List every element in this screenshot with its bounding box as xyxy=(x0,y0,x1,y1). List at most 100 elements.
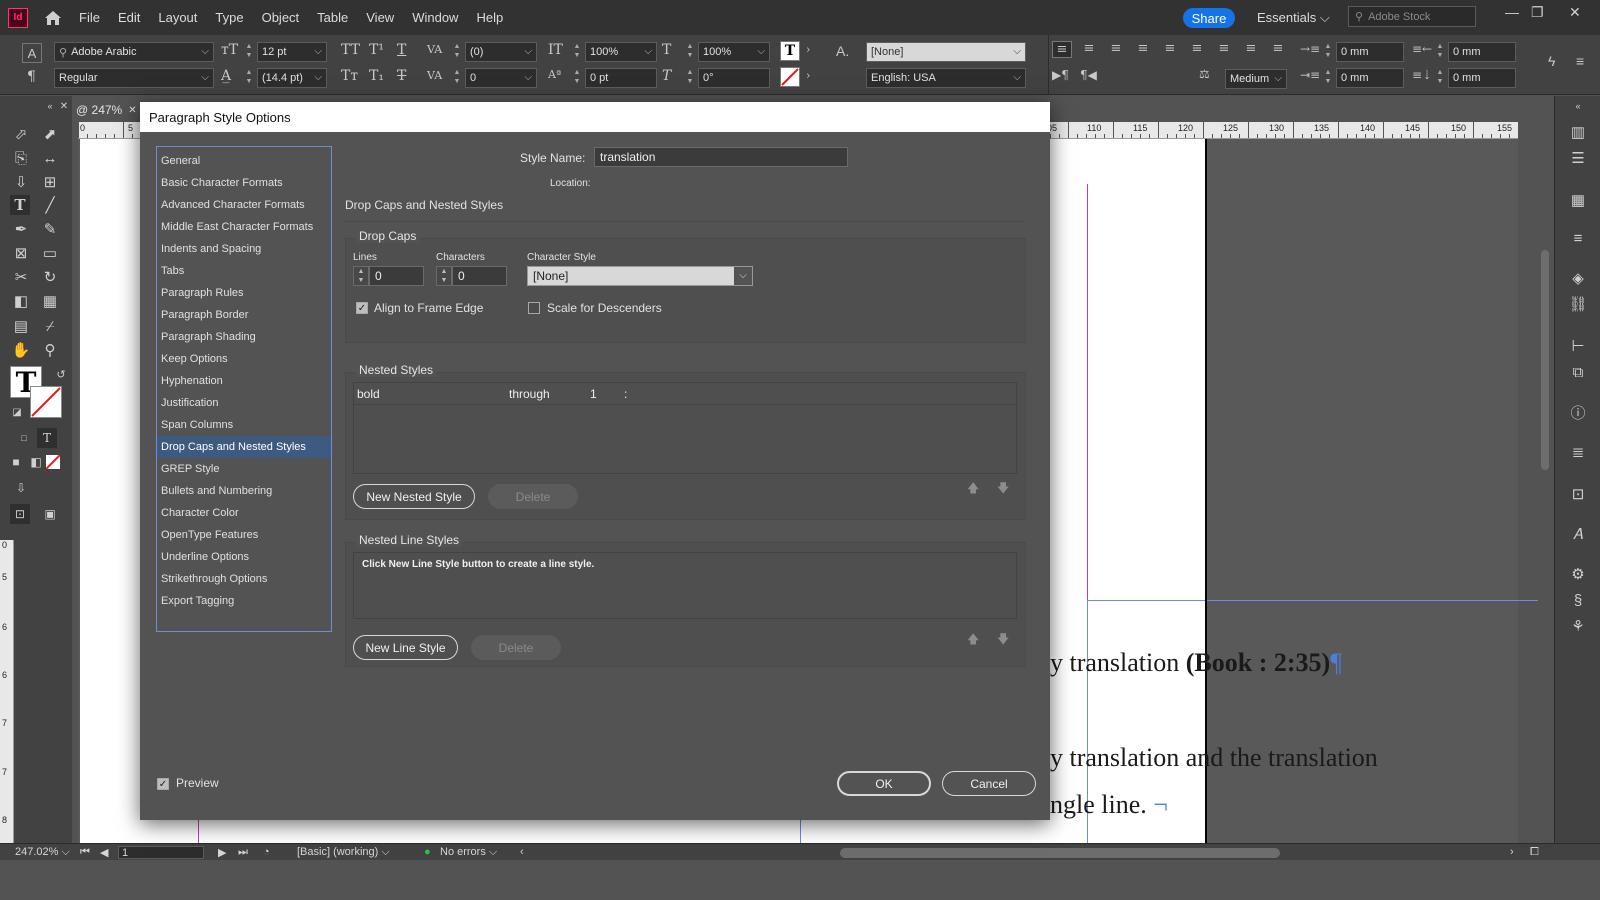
document-tab[interactable]: @ 247% ✕ xyxy=(72,98,137,122)
menu-window[interactable]: Window xyxy=(403,10,467,25)
left-indent-stepper[interactable]: ▲ ▼ xyxy=(1322,42,1334,62)
composer-field[interactable]: Medium ⌵ xyxy=(1225,69,1287,89)
align-towards-spine-icon[interactable]: ≡ xyxy=(1241,41,1261,56)
justify-all-icon[interactable]: ≡ xyxy=(1214,41,1234,56)
minimize-icon[interactable]: — xyxy=(1505,4,1519,20)
nested-style-count[interactable]: 1 xyxy=(590,387,597,401)
category-item[interactable]: Paragraph Shading xyxy=(157,326,331,348)
skew-stepper[interactable]: ▲ ▼ xyxy=(684,68,696,88)
eyedropper-tool-icon[interactable]: ⌿ xyxy=(40,316,60,336)
rectangle-frame-tool-icon[interactable]: ⊠ xyxy=(11,243,31,263)
new-line-style-button[interactable]: New Line Style xyxy=(353,635,458,660)
document-line-1[interactable]: y translation (Book : 2:35)¶ xyxy=(1050,648,1342,678)
new-nested-style-button[interactable]: New Nested Style xyxy=(353,484,475,509)
ok-button[interactable]: OK xyxy=(837,771,931,796)
rectangle-tool-icon[interactable]: ▭ xyxy=(40,243,60,263)
free-transform-tool-icon[interactable]: ↻ xyxy=(40,267,60,287)
pencil-tool-icon[interactable]: ✎ xyxy=(40,219,60,239)
category-item[interactable]: GREP Style xyxy=(157,458,331,480)
cc-libraries-panel-icon[interactable]: ▦ xyxy=(1568,190,1588,210)
stroke-panel-icon[interactable]: ≡ xyxy=(1568,228,1588,248)
menu-file[interactable]: File xyxy=(70,10,109,25)
font-family-field[interactable]: ⚲ Adobe Arabic ⌵ xyxy=(54,42,214,62)
align-left-icon[interactable]: ≡ xyxy=(1052,41,1072,58)
underline-icon[interactable]: T xyxy=(397,42,406,58)
category-item[interactable]: Basic Character Formats xyxy=(157,172,331,194)
gradient-feather-tool-icon[interactable]: ▦ xyxy=(40,291,60,311)
chevron-right-icon[interactable]: › xyxy=(806,69,810,82)
scale-descenders-checkbox[interactable] xyxy=(528,302,540,314)
lines-stepper[interactable]: ▲ ▼ xyxy=(353,266,369,286)
strikethrough-icon[interactable]: T xyxy=(397,68,406,84)
apply-none-icon[interactable] xyxy=(46,455,60,469)
screen-mode-icon[interactable]: ⇩ xyxy=(11,478,31,498)
paragraph-mode-icon[interactable]: ¶ xyxy=(27,69,36,85)
page-tool-icon[interactable]: ⎘ xyxy=(11,148,31,168)
category-item[interactable]: Hyphenation xyxy=(157,370,331,392)
move-up-icon[interactable]: 🡅 xyxy=(967,479,979,500)
style-name-input[interactable]: translation xyxy=(594,147,848,167)
category-item[interactable]: Paragraph Rules xyxy=(157,282,331,304)
characters-stepper[interactable]: ▲ ▼ xyxy=(436,266,452,286)
stroke-swatch-icon[interactable] xyxy=(30,386,62,418)
align-center-icon[interactable]: ≡ xyxy=(1079,41,1099,56)
line-tool-icon[interactable]: ╱ xyxy=(40,195,60,215)
formatting-container-icon[interactable]: □ xyxy=(14,428,34,448)
align-away-spine-icon[interactable]: ≡ xyxy=(1268,41,1288,56)
delete-line-style-button[interactable]: Delete xyxy=(471,635,561,660)
page-number-field[interactable]: 1 xyxy=(118,846,204,859)
selection-tool-icon[interactable]: ⬀ xyxy=(11,124,31,144)
baseline-shift-stepper[interactable]: ▲ ▼ xyxy=(571,68,583,88)
default-colors-icon[interactable]: ◪ xyxy=(7,402,27,422)
pen-tool-icon[interactable]: ✒ xyxy=(11,219,31,239)
type-tool-icon[interactable]: T xyxy=(10,195,30,215)
paragraph-panel-icon[interactable]: ≣ xyxy=(1568,442,1588,462)
language-field[interactable]: English: USA ⌵ xyxy=(866,68,1026,88)
align-right-icon[interactable]: ≡ xyxy=(1106,41,1126,56)
paragraph-styles-panel-icon[interactable]: § xyxy=(1568,590,1588,610)
nested-style-delimiter[interactable]: : xyxy=(624,387,627,401)
scroll-left-icon[interactable]: ‹ xyxy=(520,846,524,858)
space-after-stepper[interactable]: ▲ ▼ xyxy=(1434,68,1446,88)
content-collector-icon[interactable]: ⇩ xyxy=(11,172,31,192)
pages-panel-icon[interactable]: ▥ xyxy=(1568,122,1588,142)
leading-field[interactable]: (14.4 pt) ⌵ xyxy=(257,68,327,88)
menu-type[interactable]: Type xyxy=(206,10,252,25)
links-panel-icon[interactable]: ⛓ xyxy=(1568,294,1588,314)
menu-view[interactable]: View xyxy=(357,10,403,25)
last-page-icon[interactable]: ⏭ xyxy=(238,846,248,859)
pathfinder-panel-icon[interactable]: ⧉ xyxy=(1568,362,1588,382)
category-item[interactable]: OpenType Features xyxy=(157,524,331,546)
panel-menu-icon[interactable]: ≡ xyxy=(1576,53,1584,69)
nested-style-mode[interactable]: through xyxy=(509,387,550,401)
close-icon[interactable]: ✕ xyxy=(1569,4,1581,21)
share-button[interactable]: Share xyxy=(1183,8,1235,28)
character-mode-icon[interactable]: A xyxy=(22,43,42,63)
scroll-right-icon[interactable]: › xyxy=(1510,846,1514,858)
scissors-tool-icon[interactable]: ✂ xyxy=(11,267,31,287)
zoom-level[interactable]: 247.02% ⌵ xyxy=(15,846,70,859)
close-tab-icon[interactable]: ✕ xyxy=(128,105,136,116)
horizontal-scale-stepper[interactable]: ▲ ▼ xyxy=(684,42,696,62)
category-item[interactable]: Paragraph Border xyxy=(157,304,331,326)
chevron-right-icon[interactable]: › xyxy=(806,43,810,56)
tracking-field[interactable]: 0 ⌵ xyxy=(465,68,537,88)
menu-layout[interactable]: Layout xyxy=(149,10,206,25)
character-style-select[interactable]: [None] ⌵ xyxy=(527,266,753,286)
hand-tool-icon[interactable]: ✋ xyxy=(11,340,31,360)
move-up-icon[interactable]: 🡅 xyxy=(967,630,979,651)
category-item[interactable]: Tabs xyxy=(157,260,331,282)
adobe-stock-search[interactable]: ⚲ Adobe Stock xyxy=(1348,6,1476,27)
next-page-icon[interactable]: ▶ xyxy=(218,846,226,859)
font-size-stepper[interactable]: ▲ ▼ xyxy=(243,42,255,62)
tracking-stepper[interactable]: ▲ ▼ xyxy=(451,68,463,88)
split-window-icon[interactable]: ⧠ xyxy=(1530,846,1539,859)
vertical-scale-field[interactable]: 100% ⌵ xyxy=(585,42,657,62)
category-item[interactable]: Drop Caps and Nested Styles xyxy=(157,436,331,458)
horizontal-scale-field[interactable]: 100% ⌵ xyxy=(698,42,770,62)
zoom-tool-icon[interactable]: ⚲ xyxy=(40,340,60,360)
align-panel-icon[interactable]: ⊢ xyxy=(1568,336,1588,356)
normal-view-icon[interactable]: ⊡ xyxy=(10,504,30,524)
justify-left-icon[interactable]: ≡ xyxy=(1133,41,1153,56)
workspace-switcher[interactable]: Essentials ⌵ xyxy=(1257,10,1330,26)
